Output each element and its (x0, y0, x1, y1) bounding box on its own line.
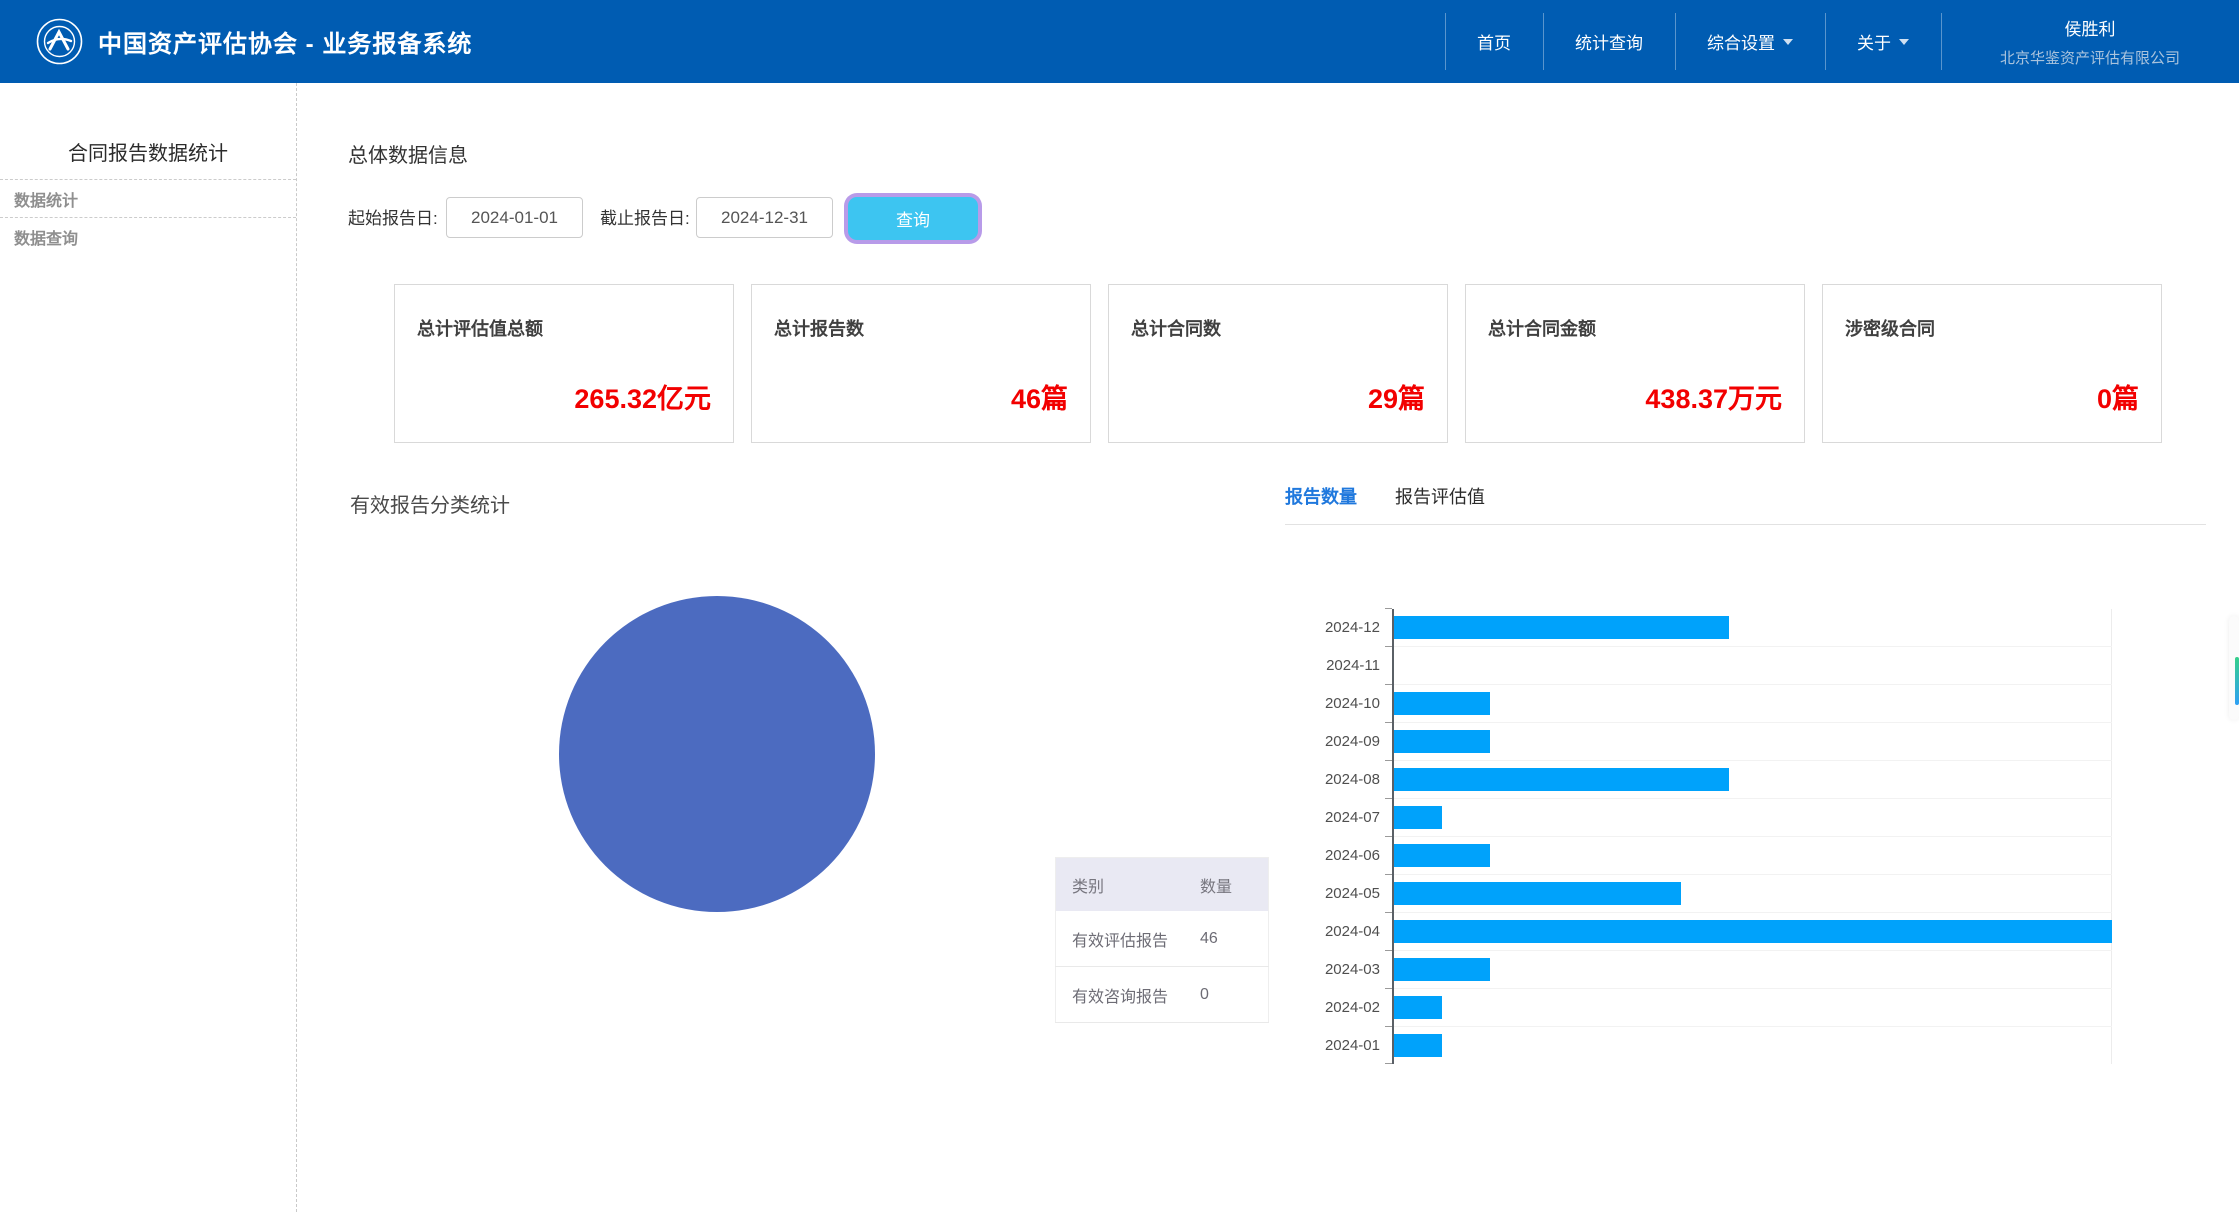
end-date-label: 截止报告日: (600, 197, 690, 240)
card-label: 总计报告数 (774, 315, 864, 341)
caret-down-icon (1783, 39, 1793, 45)
bar (1394, 958, 1490, 981)
column-header-category: 类别 (1056, 858, 1201, 912)
bar-row: 2024-07 (1394, 799, 2112, 837)
bar (1394, 616, 1729, 639)
cell-category: 有效评估报告 (1056, 911, 1201, 967)
tab-report-count[interactable]: 报告数量 (1285, 483, 1357, 509)
bar-row: 2024-12 (1394, 609, 2112, 647)
report-category-table: 类别 数量 有效评估报告 46 有效咨询报告 0 (1055, 857, 1269, 1023)
sidebar-item-data-statistics[interactable]: 数据统计 (0, 180, 296, 218)
table-row: 有效评估报告 46 (1056, 911, 1269, 967)
card-value: 438.37万元 (1645, 377, 1782, 416)
bar-category-label: 2024-06 (1325, 847, 1380, 864)
nav-item-settings[interactable]: 综合设置 (1675, 0, 1825, 83)
card-label: 涉密级合同 (1845, 315, 1935, 341)
nav-item-about[interactable]: 关于 (1825, 0, 1941, 83)
tab-report-appraised-value[interactable]: 报告评估值 (1395, 483, 1485, 509)
nav-item-label: 首页 (1477, 29, 1511, 54)
nav-item-label: 关于 (1857, 29, 1891, 54)
cell-count: 0 (1200, 967, 1269, 1023)
bar-row: 2024-11 (1394, 647, 2112, 685)
start-date-input[interactable] (446, 197, 583, 238)
bar-row: 2024-10 (1394, 685, 2112, 723)
bar-row: 2024-06 (1394, 837, 2112, 875)
bar (1394, 1034, 1442, 1057)
summary-card-total-contract-amount: 总计合同金额 438.37万元 (1465, 284, 1805, 443)
card-label: 总计合同金额 (1488, 315, 1596, 341)
summary-card-classified-contracts: 涉密级合同 0篇 (1822, 284, 2162, 443)
bar (1394, 920, 2112, 943)
bar-category-label: 2024-11 (1326, 657, 1380, 674)
bar-category-label: 2024-05 (1325, 885, 1380, 902)
bar-category-label: 2024-03 (1325, 961, 1380, 978)
card-value: 0篇 (2097, 377, 2139, 416)
card-label: 总计合同数 (1131, 315, 1221, 341)
nav-item-label: 综合设置 (1707, 29, 1775, 54)
scrollbar-thumb[interactable] (2235, 657, 2239, 705)
bar-row: 2024-04 (1394, 913, 2112, 951)
bar (1394, 882, 1681, 905)
bar-category-label: 2024-01 (1325, 1037, 1380, 1054)
page: { "header": { "title": "中国资产评估协会 - 业务报备系… (0, 0, 2239, 1212)
pie-chart-title: 有效报告分类统计 (350, 489, 510, 518)
bar (1394, 844, 1490, 867)
app-header: 中国资产评估协会 - 业务报备系统 首页 统计查询 综合设置 关于 侯胜利 北京… (0, 0, 2239, 83)
bar-row: 2024-05 (1394, 875, 2112, 913)
sidebar-heading: 合同报告数据统计 (0, 139, 296, 180)
search-button[interactable]: 查询 (848, 197, 978, 240)
end-date-input[interactable] (696, 197, 833, 238)
table-row: 有效咨询报告 0 (1056, 967, 1269, 1023)
start-date-label: 起始报告日: (348, 197, 438, 240)
cell-category: 有效咨询报告 (1056, 967, 1201, 1023)
bar-chart-plot: 2024-122024-112024-102024-092024-082024-… (1392, 609, 2112, 1064)
summary-card-total-appraised-value: 总计评估值总额 265.32亿元 (394, 284, 734, 443)
nav-item-label: 统计查询 (1575, 29, 1643, 54)
card-label: 总计评估值总额 (417, 315, 543, 341)
page-title: 中国资产评估协会 - 业务报备系统 (98, 0, 472, 83)
user-company: 北京华鉴资产评估有限公司 (2000, 47, 2180, 68)
bar-category-label: 2024-10 (1325, 695, 1380, 712)
table-header-row: 类别 数量 (1056, 858, 1269, 912)
bar-row: 2024-09 (1394, 723, 2112, 761)
sidebar: 合同报告数据统计 数据统计 数据查询 (0, 83, 297, 1212)
card-value: 46篇 (1011, 377, 1068, 416)
tabs-underline (1285, 524, 2206, 525)
bar (1394, 730, 1490, 753)
cell-count: 46 (1200, 911, 1269, 967)
top-nav: 首页 统计查询 综合设置 关于 侯胜利 北京华鉴资产评估有限公司 (1445, 0, 2239, 83)
logo-icon (36, 18, 83, 65)
bar-category-label: 2024-12 (1325, 619, 1380, 636)
bar-row: 2024-03 (1394, 951, 2112, 989)
user-info[interactable]: 侯胜利 北京华鉴资产评估有限公司 (1941, 0, 2239, 83)
bar-category-label: 2024-04 (1325, 923, 1380, 940)
bar-category-label: 2024-02 (1325, 999, 1380, 1016)
bar (1394, 692, 1490, 715)
bar-row: 2024-02 (1394, 989, 2112, 1027)
sidebar-item-label: 数据查询 (14, 225, 78, 249)
bar-category-label: 2024-07 (1325, 809, 1380, 826)
column-header-count: 数量 (1200, 858, 1269, 912)
nav-item-home[interactable]: 首页 (1445, 0, 1543, 83)
pie-chart (559, 596, 875, 912)
chart-tabs: 报告数量 报告评估值 (1285, 483, 1485, 509)
sidebar-item-label: 数据统计 (14, 187, 78, 211)
user-name: 侯胜利 (2065, 15, 2116, 40)
card-value: 29篇 (1368, 377, 1425, 416)
sidebar-item-data-query[interactable]: 数据查询 (0, 218, 296, 255)
bar (1394, 806, 1442, 829)
bar-row: 2024-08 (1394, 761, 2112, 799)
bar-category-label: 2024-08 (1325, 771, 1380, 788)
nav-item-stats-query[interactable]: 统计查询 (1543, 0, 1675, 83)
section-title-overview: 总体数据信息 (348, 139, 468, 168)
bar (1394, 768, 1729, 791)
summary-card-total-contracts: 总计合同数 29篇 (1108, 284, 1448, 443)
bar (1394, 996, 1442, 1019)
summary-card-total-reports: 总计报告数 46篇 (751, 284, 1091, 443)
card-value: 265.32亿元 (574, 377, 711, 416)
bar-category-label: 2024-09 (1325, 733, 1380, 750)
bar-row: 2024-01 (1394, 1027, 2112, 1064)
caret-down-icon (1899, 39, 1909, 45)
